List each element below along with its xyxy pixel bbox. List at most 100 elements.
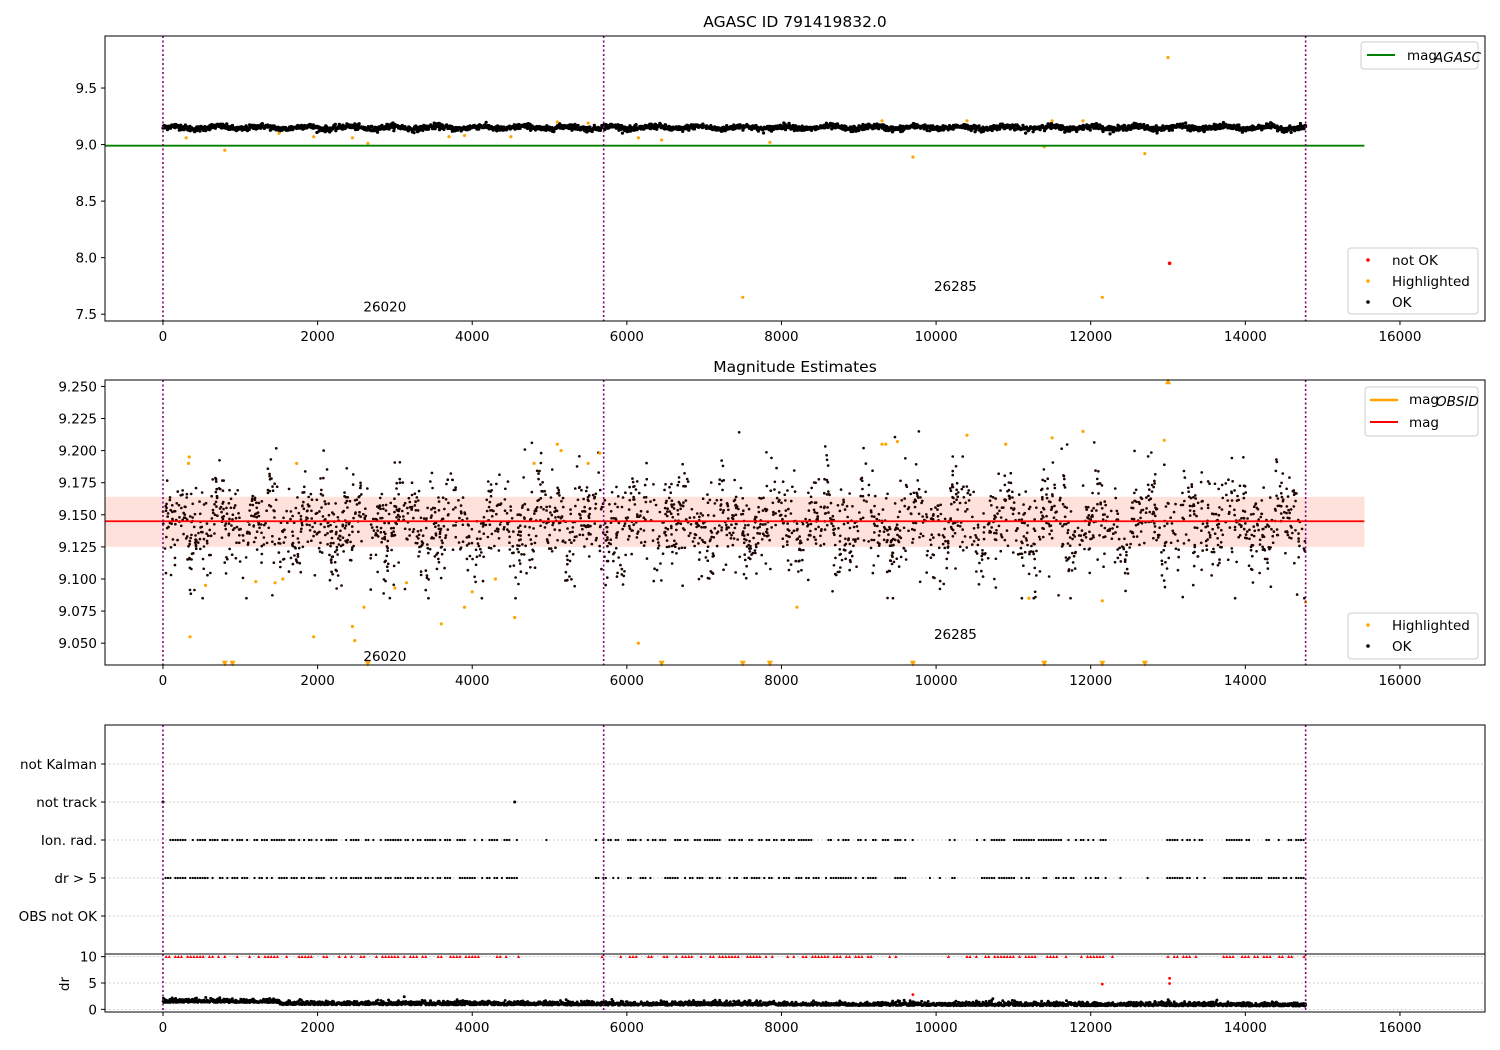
highlighted-point	[350, 624, 354, 629]
legend-label: OK	[1392, 295, 1413, 311]
legend-mag-agasc-subscript: AGASC	[1433, 50, 1482, 66]
dr-outlier-point	[1100, 982, 1104, 986]
highlighted-point	[350, 136, 354, 140]
legend-mag-agasc: mag	[1407, 48, 1437, 64]
highlighted-point	[1050, 119, 1054, 123]
highlighted-point	[598, 451, 602, 455]
agasc-panel-title: AGASC ID 791419832.0	[703, 13, 887, 31]
agasc-xtick-label: 12000	[1069, 329, 1112, 345]
dr-clipped-markers	[164, 955, 1306, 958]
highlighted-point	[393, 586, 397, 590]
legend-mag: mag	[1409, 415, 1439, 431]
agasc-ytick-label: 7.5	[76, 307, 97, 323]
agasc-xtick-label: 2000	[300, 329, 334, 345]
not-track-point	[513, 800, 517, 804]
figure: AGASC ID 791419832.0 26020 26285 0 2000 400…	[19, 13, 1486, 1036]
highlighted-point	[439, 622, 443, 626]
highlighted-point	[532, 461, 536, 465]
highlighted-point	[281, 577, 285, 581]
legend-label: Highlighted	[1392, 618, 1470, 634]
highlighted-point	[636, 136, 641, 140]
highlighted-point	[353, 639, 357, 643]
legend-marker-highlighted	[1366, 279, 1370, 283]
agasc-ytick-label: 9.5	[76, 81, 97, 97]
dr-xtick-label: 4000	[455, 1020, 489, 1036]
legend-label: OK	[1392, 639, 1413, 655]
dr-xtick-label: 8000	[764, 1020, 798, 1036]
dr-xtick-label: 10000	[915, 1020, 958, 1036]
highlighted-point	[223, 148, 227, 152]
flags-panel: not Kalman not track Ion. rad. dr > 5 OBS no…	[19, 724, 1486, 955]
highlighted-point	[555, 442, 559, 446]
highlighted-point	[312, 635, 316, 639]
highlighted-point	[586, 461, 590, 465]
magnitude-ytick-label: 9.125	[58, 540, 97, 556]
highlighted-point	[184, 136, 188, 140]
magnitude-xtick-label: 12000	[1069, 673, 1112, 689]
highlighted-clipped-marker	[1165, 378, 1172, 385]
dr-ytick-label: 5	[88, 976, 97, 992]
highlighted-point	[1027, 596, 1031, 600]
agasc-legend-points: not OK Highlighted OK	[1347, 247, 1479, 315]
dr-outlier-point	[911, 993, 915, 996]
highlighted-point	[462, 133, 467, 138]
highlighted-point	[660, 138, 664, 142]
magnitude-ytick-label: 9.200	[58, 444, 97, 460]
obsid-label: 26285	[934, 279, 977, 295]
highlighted-point	[273, 581, 277, 585]
magnitude-xtick-label: 16000	[1378, 673, 1421, 689]
highlighted-point	[513, 615, 517, 620]
highlighted-point	[768, 140, 772, 144]
magnitude-ytick-label: 9.150	[58, 508, 97, 524]
highlighted-point	[1166, 55, 1170, 60]
agasc-xtick-label: 0	[159, 329, 168, 345]
highlighted-point	[362, 605, 366, 609]
agasc-xtick-label: 16000	[1378, 329, 1421, 345]
highlighted-clipped-marker	[1041, 660, 1048, 667]
highlighted-point	[447, 135, 451, 139]
agasc-xtick-label: 14000	[1224, 329, 1267, 345]
highlighted-point	[493, 577, 497, 581]
highlighted-point	[470, 590, 474, 594]
agasc-ytick-label: 8.0	[76, 251, 97, 267]
highlighted-point	[203, 583, 208, 588]
highlighted-point	[254, 580, 258, 584]
flag-category-label: not track	[36, 795, 97, 811]
highlighted-point	[462, 605, 467, 609]
highlighted-point	[186, 461, 191, 465]
dr-ytick-label: 10	[80, 950, 97, 966]
highlighted-point	[965, 119, 969, 123]
highlighted-point	[509, 135, 513, 139]
highlighted-point	[586, 121, 590, 125]
agasc-xtick-label: 10000	[915, 329, 958, 345]
dr-xtick-label: 6000	[610, 1020, 644, 1036]
highlighted-point	[636, 641, 641, 645]
not-ok-point	[1167, 261, 1172, 266]
highlighted-point	[312, 135, 316, 139]
highlighted-point	[741, 295, 745, 299]
magnitude-ytick-label: 9.250	[58, 379, 97, 395]
highlighted-point	[1143, 152, 1147, 156]
highlighted-clipped-marker	[658, 660, 665, 667]
highlighted-point	[795, 605, 799, 609]
highlighted-point	[277, 131, 281, 135]
agasc-ok-points	[161, 120, 1308, 136]
dr-xtick-label: 16000	[1378, 1020, 1421, 1036]
magnitude-xtick-label: 0	[159, 673, 168, 689]
highlighted-point	[366, 141, 370, 145]
highlighted-point	[188, 635, 192, 639]
agasc-xtick-label: 6000	[610, 329, 644, 345]
dr-series	[161, 995, 1308, 1008]
legend-label: not OK	[1392, 253, 1439, 269]
dr-xtick-label: 14000	[1224, 1020, 1267, 1036]
highlighted-clipped-marker	[1141, 660, 1148, 667]
highlighted-clipped-marker	[229, 660, 236, 667]
magnitude-ytick-label: 9.225	[58, 412, 97, 428]
highlighted-point	[1050, 436, 1054, 440]
agasc-panel-frame	[104, 35, 1486, 322]
agasc-ytick-label: 8.5	[76, 194, 97, 210]
obsid-label: 26020	[363, 299, 406, 315]
obsid-label: 26285	[934, 627, 977, 643]
highlighted-clipped-marker	[221, 660, 228, 667]
dr-xtick-label: 2000	[300, 1020, 334, 1036]
